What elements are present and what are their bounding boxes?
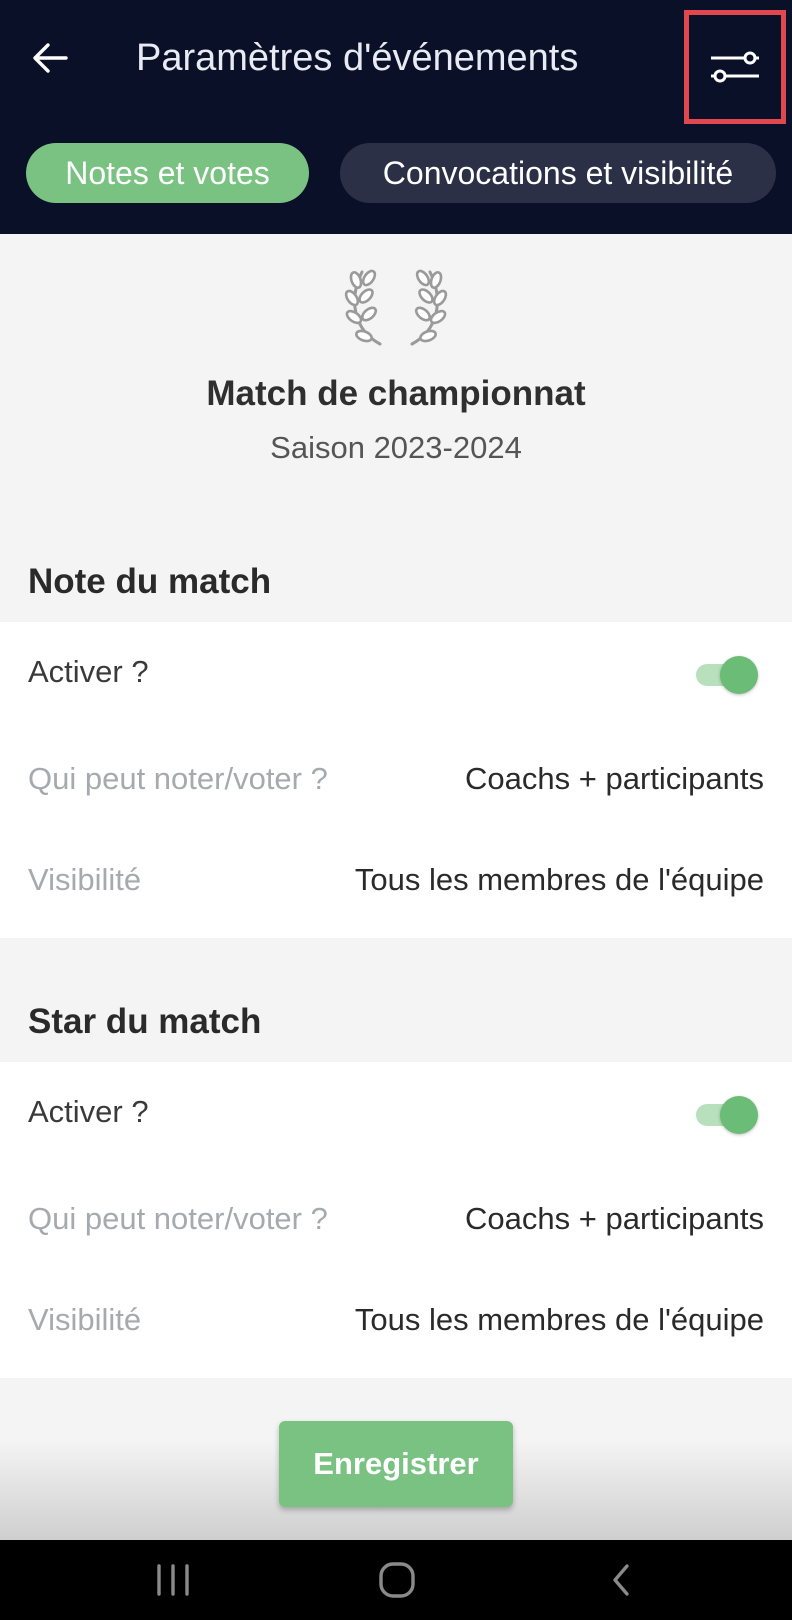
recent-apps-button[interactable] — [113, 1540, 233, 1620]
settings-card-note-du-match: Activer ? Qui peut noter/voter ? Coachs … — [0, 622, 792, 938]
toggle-knob — [720, 1096, 758, 1134]
who-can-vote-value[interactable]: Coachs + participants — [465, 1201, 764, 1237]
page-title: Paramètres d'événements — [136, 37, 579, 79]
who-can-vote-row[interactable]: Qui peut noter/voter ? Coachs + particip… — [0, 729, 792, 829]
back-button[interactable] — [26, 30, 74, 86]
who-can-vote-value[interactable]: Coachs + participants — [465, 761, 764, 797]
settings-card-star-du-match: Activer ? Qui peut noter/voter ? Coachs … — [0, 1062, 792, 1378]
visibility-value[interactable]: Tous les membres de l'équipe — [355, 862, 764, 898]
section-heading-note-du-match: Note du match — [28, 562, 272, 601]
recent-apps-icon — [157, 1564, 189, 1596]
visibility-value[interactable]: Tous les membres de l'équipe — [355, 1302, 764, 1338]
home-icon — [379, 1562, 415, 1598]
toggle-knob — [720, 656, 758, 694]
who-can-vote-row[interactable]: Qui peut noter/voter ? Coachs + particip… — [0, 1169, 792, 1269]
visibility-row[interactable]: Visibilité Tous les membres de l'équipe — [0, 1270, 792, 1370]
who-can-vote-label: Qui peut noter/voter ? — [28, 761, 328, 796]
tab-notes-et-votes[interactable]: Notes et votes — [26, 143, 309, 203]
filter-settings-button[interactable] — [684, 10, 786, 124]
save-button[interactable]: Enregistrer — [279, 1421, 513, 1507]
enable-label: Activer ? — [28, 654, 149, 689]
enable-label: Activer ? — [28, 1094, 149, 1129]
enable-row: Activer ? — [0, 622, 792, 722]
visibility-row[interactable]: Visibilité Tous les membres de l'équipe — [0, 830, 792, 930]
sliders-icon — [711, 51, 759, 83]
visibility-label: Visibilité — [28, 1302, 142, 1337]
home-button[interactable] — [337, 1540, 457, 1620]
section-heading-star-du-match: Star du match — [28, 1002, 262, 1041]
enable-row: Activer ? — [0, 1062, 792, 1162]
system-nav-bar — [0, 1540, 792, 1620]
visibility-label: Visibilité — [28, 862, 142, 897]
event-summary: Match de championnat Saison 2023-2024 — [0, 234, 792, 534]
system-back-button[interactable] — [561, 1540, 681, 1620]
who-can-vote-label: Qui peut noter/voter ? — [28, 1201, 328, 1236]
event-title: Match de championnat — [206, 374, 586, 413]
enable-toggle[interactable] — [694, 1094, 760, 1134]
tab-convocations-et-visibilite[interactable]: Convocations et visibilité — [340, 143, 776, 203]
app-header: Paramètres d'événements Notes et votes C… — [0, 0, 792, 234]
enable-toggle[interactable] — [694, 654, 760, 694]
event-season: Saison 2023-2024 — [270, 430, 522, 465]
laurel-wreath-icon — [344, 269, 448, 346]
arrow-left-icon — [33, 43, 68, 73]
back-chevron-icon — [613, 1564, 629, 1596]
